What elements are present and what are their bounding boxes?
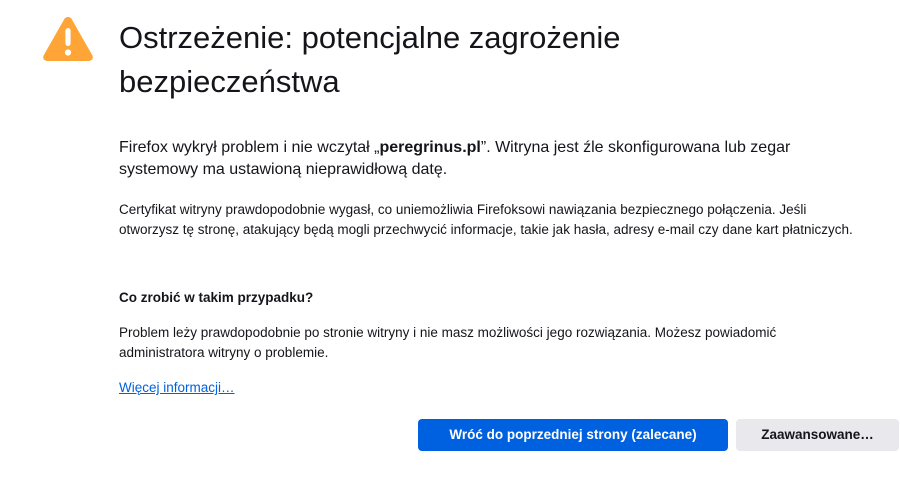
advanced-button[interactable]: Zaawansowane… (736, 419, 899, 451)
go-back-button[interactable]: Wróć do poprzedniej strony (zalecane) (418, 419, 728, 451)
certificate-detail-text: Certyfikat witryny prawdopodobnie wygasł… (119, 202, 853, 237)
intro-text-before: Firefox wykrył problem i nie wczytał „ (119, 139, 380, 156)
warning-triangle-icon (43, 17, 93, 61)
intro-text: Firefox wykrył problem i nie wczytał „pe… (119, 137, 859, 181)
site-name: peregrinus.pl (379, 139, 481, 156)
what-to-do-heading: Co zrobić w takim przypadku? (119, 290, 314, 305)
what-to-do-text: Problem leży prawdopodobnie po stronie w… (119, 325, 777, 360)
more-info-link[interactable]: Więcej informacji… (119, 378, 235, 398)
page-title: Ostrzeżenie: potencjalne zagrożenie bezp… (119, 20, 621, 99)
